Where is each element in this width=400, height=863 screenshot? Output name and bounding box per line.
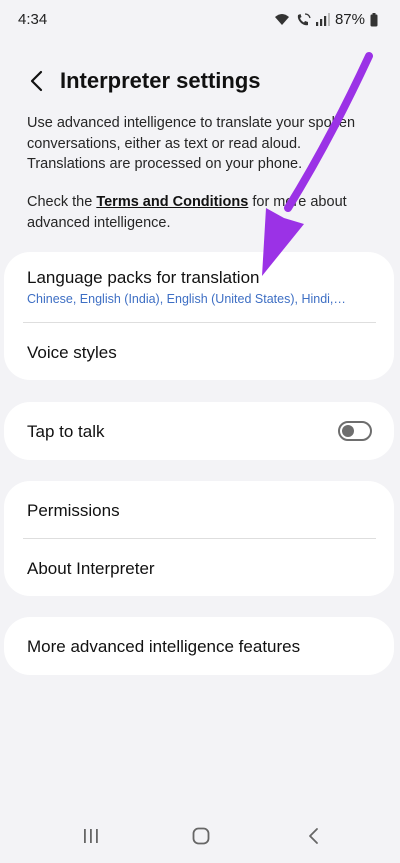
- navigation-bar: [0, 807, 400, 863]
- translation-settings-card: Language packs for translation Chinese, …: [4, 252, 394, 380]
- battery-icon: [370, 12, 378, 27]
- voice-styles-title: Voice styles: [27, 343, 117, 362]
- chevron-left-icon: [30, 70, 43, 92]
- back-arrow-icon: [309, 828, 318, 844]
- back-nav-button[interactable]: [298, 825, 328, 847]
- back-button[interactable]: [22, 66, 50, 96]
- tap-to-talk-toggle[interactable]: [338, 421, 372, 441]
- tap-to-talk-title: Tap to talk: [27, 422, 105, 441]
- header: Interpreter settings: [0, 62, 400, 102]
- more-features-title: More advanced intelligence features: [27, 637, 301, 656]
- permissions-item[interactable]: Permissions: [4, 481, 394, 538]
- info-card: Permissions About Interpreter: [4, 481, 394, 596]
- terms-description: Check the Terms and Conditions for more …: [27, 192, 377, 233]
- wifi-calling-icon: [295, 12, 311, 27]
- tap-to-talk-card: Tap to talk: [4, 402, 394, 460]
- language-packs-subtitle: Chinese, English (India), English (Unite…: [27, 292, 346, 306]
- recent-apps-button[interactable]: [76, 825, 106, 847]
- tap-to-talk-item[interactable]: Tap to talk: [4, 402, 394, 460]
- permissions-title: Permissions: [27, 501, 120, 520]
- battery-percent: 87%: [334, 11, 365, 28]
- status-bar: 4:34 87%: [0, 0, 400, 40]
- status-time: 4:34: [18, 11, 48, 28]
- page-title: Interpreter settings: [60, 68, 261, 93]
- toggle-knob: [342, 425, 354, 437]
- wifi-icon: [274, 13, 290, 26]
- more-features-item[interactable]: More advanced intelligence features: [4, 617, 394, 675]
- voice-styles-item[interactable]: Voice styles: [4, 322, 394, 380]
- about-interpreter-title: About Interpreter: [27, 559, 155, 578]
- description-text: Use advanced intelligence to translate y…: [27, 115, 356, 172]
- status-icons: 87%: [274, 11, 378, 28]
- home-button[interactable]: [186, 825, 216, 847]
- terms-prefix: Check the: [27, 194, 97, 210]
- about-interpreter-item[interactable]: About Interpreter: [4, 538, 394, 596]
- terms-and-conditions-link[interactable]: Terms and Conditions: [96, 194, 248, 210]
- home-icon: [192, 827, 210, 845]
- recent-apps-icon: [84, 829, 98, 843]
- more-features-card: More advanced intelligence features: [4, 617, 394, 675]
- signal-icon: [315, 13, 330, 26]
- language-packs-title: Language packs for translation: [27, 268, 260, 287]
- language-packs-item[interactable]: Language packs for translation Chinese, …: [4, 252, 394, 322]
